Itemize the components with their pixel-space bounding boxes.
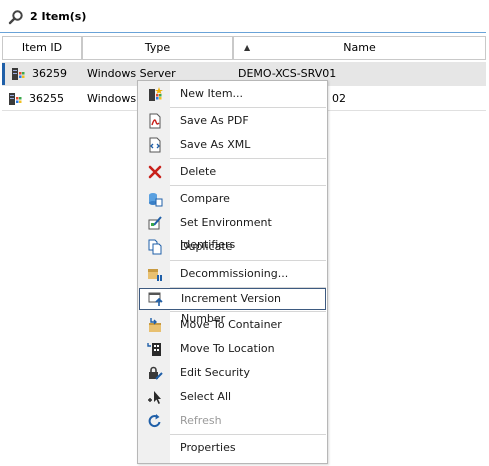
move-location-icon — [147, 343, 161, 356]
server-icon — [9, 93, 22, 105]
new-item-icon — [149, 87, 163, 101]
header-divider — [0, 32, 486, 33]
select-all-icon — [148, 391, 161, 404]
menu-item-label: Properties — [180, 441, 236, 454]
environment-icon — [148, 216, 162, 230]
menu-item-save-as-pdf[interactable]: Save As PDF — [138, 110, 327, 132]
menu-item-label: Edit Security — [180, 366, 250, 379]
menu-item-select-all[interactable]: Select All — [138, 386, 327, 408]
compare-icon — [149, 193, 163, 207]
column-header-name[interactable]: ▲ Name — [233, 36, 486, 60]
menu-separator — [170, 311, 326, 312]
duplicate-icon — [148, 239, 162, 255]
delete-icon — [148, 165, 162, 179]
menu-item-delete[interactable]: Delete — [138, 161, 327, 183]
menu-item-label: Decommissioning... — [180, 267, 289, 280]
menu-item-label: Duplicate — [180, 240, 233, 253]
menu-item-new-item[interactable]: New Item... — [138, 83, 327, 105]
menu-item-properties[interactable]: Properties — [138, 437, 327, 459]
search-icon[interactable] — [8, 9, 24, 25]
menu-item-label: Move To Location — [180, 342, 275, 355]
grid-header-row: Item ID Type ▲ Name — [2, 36, 486, 60]
selection-marker — [2, 63, 5, 85]
move-container-icon — [149, 318, 161, 332]
context-menu: New Item... Save As PDF Save As XML Dele… — [137, 80, 328, 464]
menu-separator — [170, 158, 326, 159]
cell-name: 02 — [332, 92, 346, 105]
cell-item-id: 36255 — [29, 92, 64, 105]
refresh-icon — [148, 414, 161, 428]
menu-item-edit-security[interactable]: Edit Security — [138, 362, 327, 384]
menu-item-save-as-xml[interactable]: Save As XML — [138, 134, 327, 156]
menu-item-label: Move To Container — [180, 318, 282, 331]
menu-item-increment-version-number[interactable]: Increment Version Number — [139, 288, 326, 325]
menu-item-label: Refresh — [180, 414, 222, 427]
menu-item-label: Save As PDF — [180, 114, 249, 127]
menu-separator — [170, 185, 326, 186]
menu-item-move-to-location[interactable]: Move To Location — [138, 338, 327, 360]
menu-item-decommissioning[interactable]: Decommissioning... — [138, 263, 327, 285]
menu-item-set-environment-identifiers[interactable]: Set Environment Identifiers — [138, 212, 327, 251]
xml-icon — [149, 137, 161, 153]
security-icon — [149, 366, 163, 380]
column-header-name-label: Name — [343, 41, 376, 54]
server-icon — [12, 68, 25, 80]
menu-item-refresh[interactable]: Refresh — [138, 410, 327, 432]
results-header: 2 Item(s) — [0, 0, 489, 33]
menu-separator — [170, 260, 326, 261]
menu-item-compare[interactable]: Compare — [138, 188, 327, 210]
menu-item-label: Compare — [180, 192, 230, 205]
menu-item-label: Delete — [180, 165, 217, 178]
decommission-icon — [148, 269, 162, 281]
menu-item-label: Select All — [180, 390, 232, 403]
menu-item-duplicate[interactable]: Duplicate — [138, 236, 327, 258]
menu-item-label: New Item... — [180, 87, 244, 100]
cell-item-id: 36259 — [32, 67, 67, 80]
pdf-icon — [149, 113, 161, 129]
item-count: 2 Item(s) — [30, 10, 87, 23]
column-header-item-id[interactable]: Item ID — [2, 36, 82, 60]
column-header-type[interactable]: Type — [82, 36, 233, 60]
menu-separator — [170, 434, 326, 435]
menu-item-move-to-container[interactable]: Move To Container — [138, 314, 327, 336]
sort-ascending-icon: ▲ — [244, 43, 251, 52]
menu-item-label: Save As XML — [180, 138, 251, 151]
menu-separator — [170, 107, 326, 108]
increment-version-icon — [148, 292, 163, 306]
